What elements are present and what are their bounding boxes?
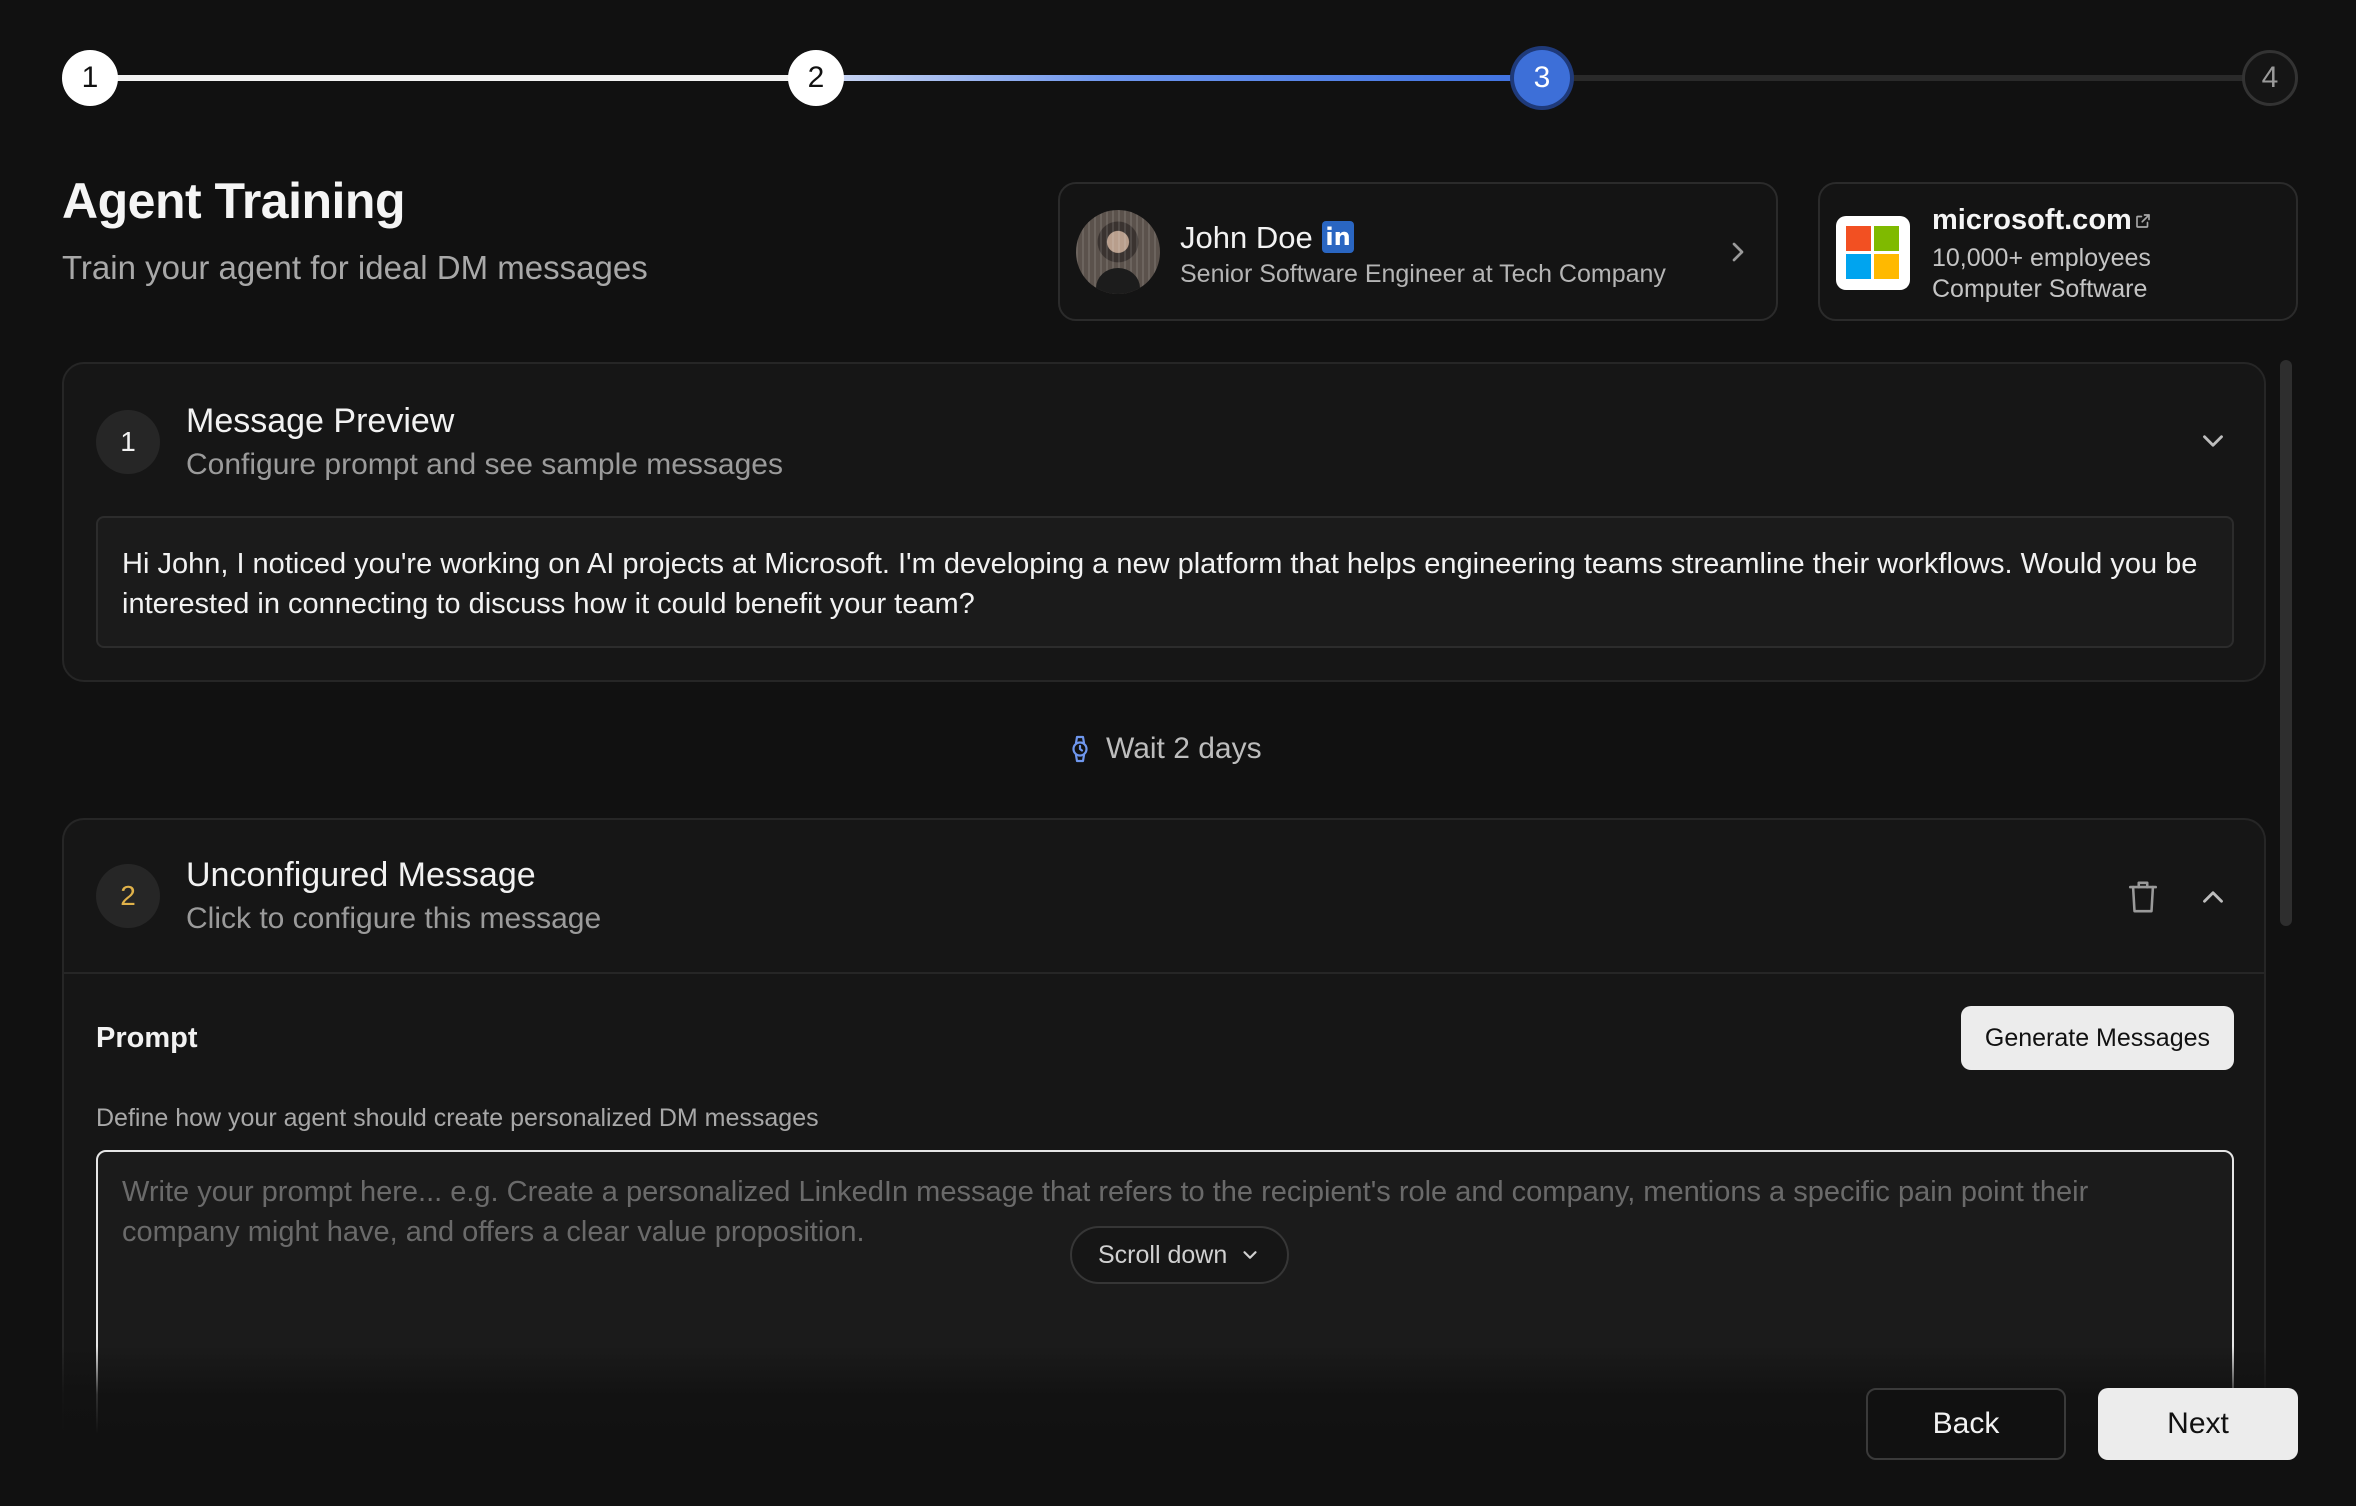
scroll-down-label: Scroll down [1098, 1240, 1228, 1269]
chevron-up-icon[interactable] [2196, 880, 2230, 914]
step-2[interactable]: 2 [788, 50, 844, 106]
generate-messages-button[interactable]: Generate Messages [1960, 1006, 2234, 1070]
external-link-icon[interactable] [2134, 212, 2152, 230]
chevron-down-icon[interactable] [2196, 424, 2230, 458]
page-subtitle: Train your agent for ideal DM messages [62, 249, 648, 286]
scroll-down-button[interactable]: Scroll down [1070, 1226, 1290, 1284]
step-3[interactable]: 3 [1514, 50, 1570, 106]
message-number-badge: 1 [96, 410, 160, 474]
page-title: Agent Training [62, 173, 406, 229]
watch-icon [1072, 735, 1088, 763]
section-divider [64, 972, 2264, 974]
logo-square-green [1874, 226, 1899, 251]
logo-square-blue [1846, 254, 1871, 279]
prompt-label: Prompt [96, 1022, 198, 1054]
step-1[interactable]: 1 [62, 50, 118, 106]
wait-indicator: Wait 2 days [1068, 732, 1262, 766]
scrollbar[interactable] [2280, 360, 2292, 926]
chevron-down-icon [1243, 1251, 1257, 1259]
logo-square-red [1846, 226, 1871, 251]
avatar [1076, 210, 1160, 294]
next-button[interactable]: Next [2098, 1388, 2298, 1460]
message-card-1: 1 Message Preview Configure prompt and s… [62, 362, 2266, 682]
logo-square-yellow [1874, 254, 1899, 279]
back-button[interactable]: Back [1866, 1388, 2066, 1460]
message-number-badge: 2 [96, 864, 160, 928]
wait-label: Wait 2 days [1106, 732, 1262, 765]
step-4[interactable]: 4 [2242, 50, 2298, 106]
message-preview-text: Hi John, I noticed you're working on AI … [96, 516, 2234, 648]
trash-icon[interactable] [2126, 878, 2160, 916]
microsoft-logo-icon [1836, 216, 1910, 290]
profile-name: John Doe [1180, 220, 1313, 255]
profile-card[interactable]: John Doe in Senior Software Engineer at … [1058, 182, 1778, 321]
message-title: Message Preview [186, 402, 455, 440]
company-industry: Computer Software [1932, 275, 2148, 303]
stepper-line-pending [1542, 75, 2270, 81]
message-subtitle: Click to configure this message [186, 902, 602, 935]
progress-stepper: 1 2 3 4 [62, 50, 2298, 106]
stepper-line-progress [816, 75, 1542, 81]
prompt-help-text: Define how your agent should create pers… [96, 1104, 819, 1132]
chevron-right-icon[interactable] [1722, 236, 1754, 268]
message-subtitle: Configure prompt and see sample messages [186, 448, 783, 481]
company-domain-link[interactable]: microsoft.com [1932, 204, 2132, 237]
stepper-line-complete [90, 75, 816, 81]
profile-role: Senior Software Engineer at Tech Company [1180, 260, 1666, 288]
message-title: Unconfigured Message [186, 856, 536, 894]
linkedin-icon[interactable]: in [1322, 221, 1354, 253]
company-card: microsoft.com 10,000+ employees Computer… [1818, 182, 2298, 321]
company-size: 10,000+ employees [1932, 244, 2151, 272]
